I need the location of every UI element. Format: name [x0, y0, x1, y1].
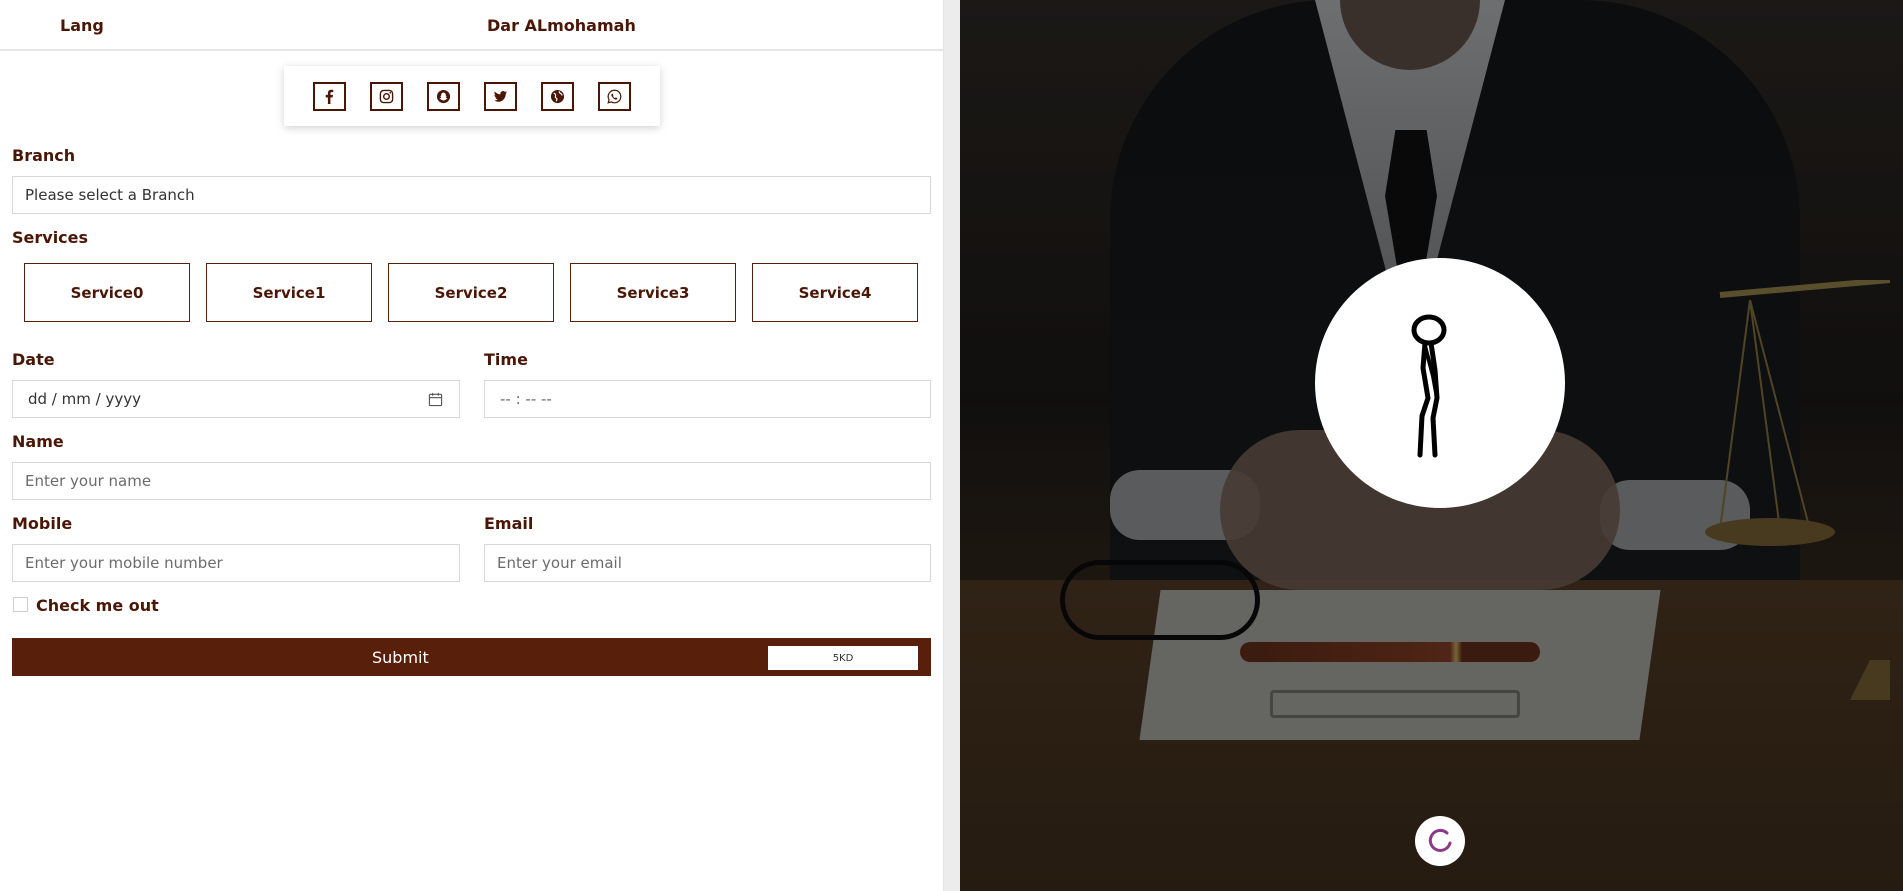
date-placeholder: dd / mm / yyyy: [28, 390, 141, 408]
check-me-out-label: Check me out: [36, 596, 159, 615]
submit-label: Submit: [372, 648, 429, 667]
mobile-label: Mobile: [12, 514, 73, 533]
time-input[interactable]: -- : -- --: [484, 380, 931, 418]
twitter-icon[interactable]: [484, 81, 517, 111]
email-label: Email: [484, 514, 534, 533]
lang-switch[interactable]: Lang: [60, 16, 104, 35]
spinner-icon: [1428, 828, 1452, 852]
branch-label: Branch: [12, 146, 76, 165]
service-button-3[interactable]: Service3: [570, 263, 736, 322]
service-button-2[interactable]: Service2: [388, 263, 554, 322]
whatsapp-icon[interactable]: [598, 81, 631, 111]
submit-button[interactable]: Submit 5KD: [12, 638, 931, 676]
snapchat-icon[interactable]: [427, 81, 460, 111]
name-label: Name: [12, 432, 64, 451]
stick-figure-avatar: [1315, 258, 1565, 508]
service-button-1[interactable]: Service1: [206, 263, 372, 322]
stick-figure-icon: [1411, 314, 1447, 458]
brand-name: Dar ALmohamah: [487, 16, 636, 35]
top-bar: Lang Dar ALmohamah: [0, 0, 943, 51]
booking-panel: Lang Dar ALmohamah Branch Please select …: [0, 0, 943, 891]
facebook-icon[interactable]: [313, 81, 346, 111]
social-links: [284, 66, 660, 126]
mobile-input[interactable]: Enter your mobile number: [12, 544, 460, 582]
scrollbar[interactable]: [943, 0, 960, 891]
loading-spinner: [1415, 816, 1465, 866]
services-label: Services: [12, 228, 89, 247]
globe-icon[interactable]: [541, 81, 574, 111]
instagram-icon[interactable]: [370, 81, 403, 111]
date-input[interactable]: dd / mm / yyyy: [12, 380, 460, 418]
email-input[interactable]: Enter your email: [484, 544, 931, 582]
calendar-icon[interactable]: [428, 392, 443, 407]
branch-select[interactable]: Please select a Branch: [12, 176, 931, 214]
service-button-4[interactable]: Service4: [752, 263, 918, 322]
time-label: Time: [484, 350, 528, 369]
date-label: Date: [12, 350, 55, 369]
name-input[interactable]: Enter your name: [12, 462, 931, 500]
service-button-0[interactable]: Service0: [24, 263, 190, 322]
price-badge: 5KD: [768, 646, 918, 670]
check-me-out-checkbox[interactable]: [13, 597, 28, 612]
